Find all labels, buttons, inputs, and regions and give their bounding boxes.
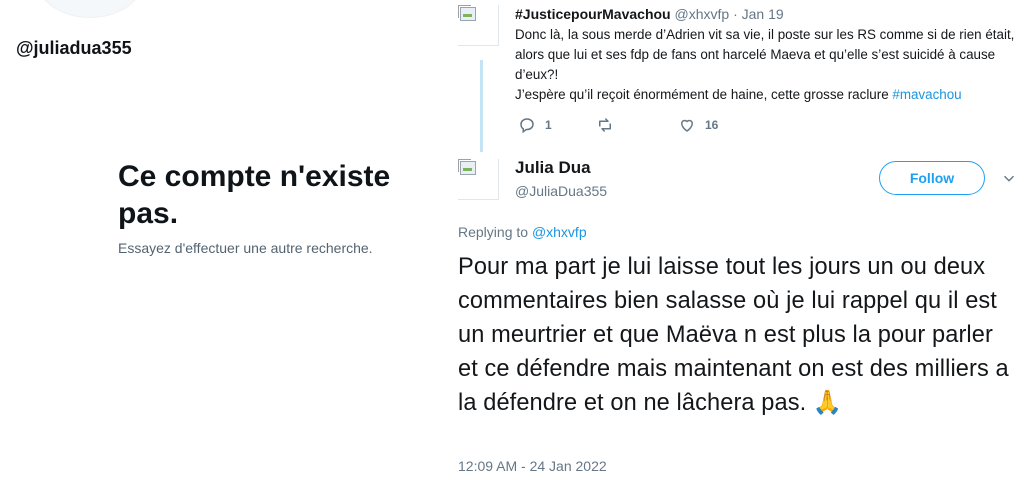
tweet-parent-date[interactable]: Jan 19 bbox=[742, 6, 784, 22]
reply-button[interactable]: 1 bbox=[518, 116, 552, 134]
meta-separator: · bbox=[733, 6, 738, 22]
replying-to-handle-link[interactable]: @xhxvfp bbox=[532, 224, 587, 240]
broken-image-icon bbox=[460, 7, 476, 21]
replying-to-label: Replying to bbox=[458, 224, 532, 240]
like-button[interactable]: 16 bbox=[678, 116, 718, 134]
tweet-main-author-handle[interactable]: @JuliaDua355 bbox=[515, 183, 607, 199]
avatar[interactable] bbox=[458, 5, 499, 46]
profile-handle: @juliadua355 bbox=[16, 38, 132, 58]
tweet-parent-text-2: J’espère qu’il reçoit énormément de hain… bbox=[515, 85, 1020, 105]
tweet-main-author-name[interactable]: Julia Dua bbox=[515, 158, 591, 178]
reply-icon bbox=[520, 118, 534, 134]
tweet-main-body: Pour ma part je lui laisse tout les jour… bbox=[458, 254, 1009, 416]
tweet-parent-body: Donc là, la sous merde d’Adrien vit sa v… bbox=[515, 25, 1020, 105]
account-missing-title: Ce compte n'existe pas. bbox=[118, 160, 391, 230]
hashtag-link[interactable]: #mavachou bbox=[892, 87, 961, 102]
tweet-parent-header: #JusticepourMavachou @xhxvfp · Jan 19 bbox=[515, 6, 784, 22]
broken-image-icon bbox=[460, 161, 476, 175]
tweet-parent-text-2-plain: J’espère qu’il reçoit énormément de hain… bbox=[515, 87, 893, 102]
retweet-icon bbox=[599, 118, 611, 132]
retweet-button[interactable] bbox=[596, 116, 623, 134]
replying-to: Replying to @xhxvfp bbox=[458, 224, 587, 240]
tweet-parent-text-1: Donc là, la sous merde d’Adrien vit sa v… bbox=[515, 27, 1015, 82]
chevron-down-icon[interactable] bbox=[1002, 172, 1016, 186]
tweet-parent-author-name[interactable]: #JusticepourMavachou bbox=[515, 6, 671, 22]
like-count: 16 bbox=[705, 118, 719, 132]
thread-connector-line bbox=[480, 60, 483, 152]
tweet-main-timestamp[interactable]: 12:09 AM - 24 Jan 2022 bbox=[458, 458, 607, 474]
tweet-parent-author-handle[interactable]: @xhxvfp bbox=[675, 6, 730, 22]
follow-button[interactable]: Follow bbox=[879, 161, 985, 195]
avatar[interactable] bbox=[458, 159, 499, 200]
profile-avatar-placeholder bbox=[36, 0, 144, 18]
reply-count: 1 bbox=[545, 118, 552, 132]
like-icon bbox=[681, 119, 693, 132]
account-missing-subtitle: Essayez d'effectuer une autre recherche. bbox=[118, 240, 373, 256]
